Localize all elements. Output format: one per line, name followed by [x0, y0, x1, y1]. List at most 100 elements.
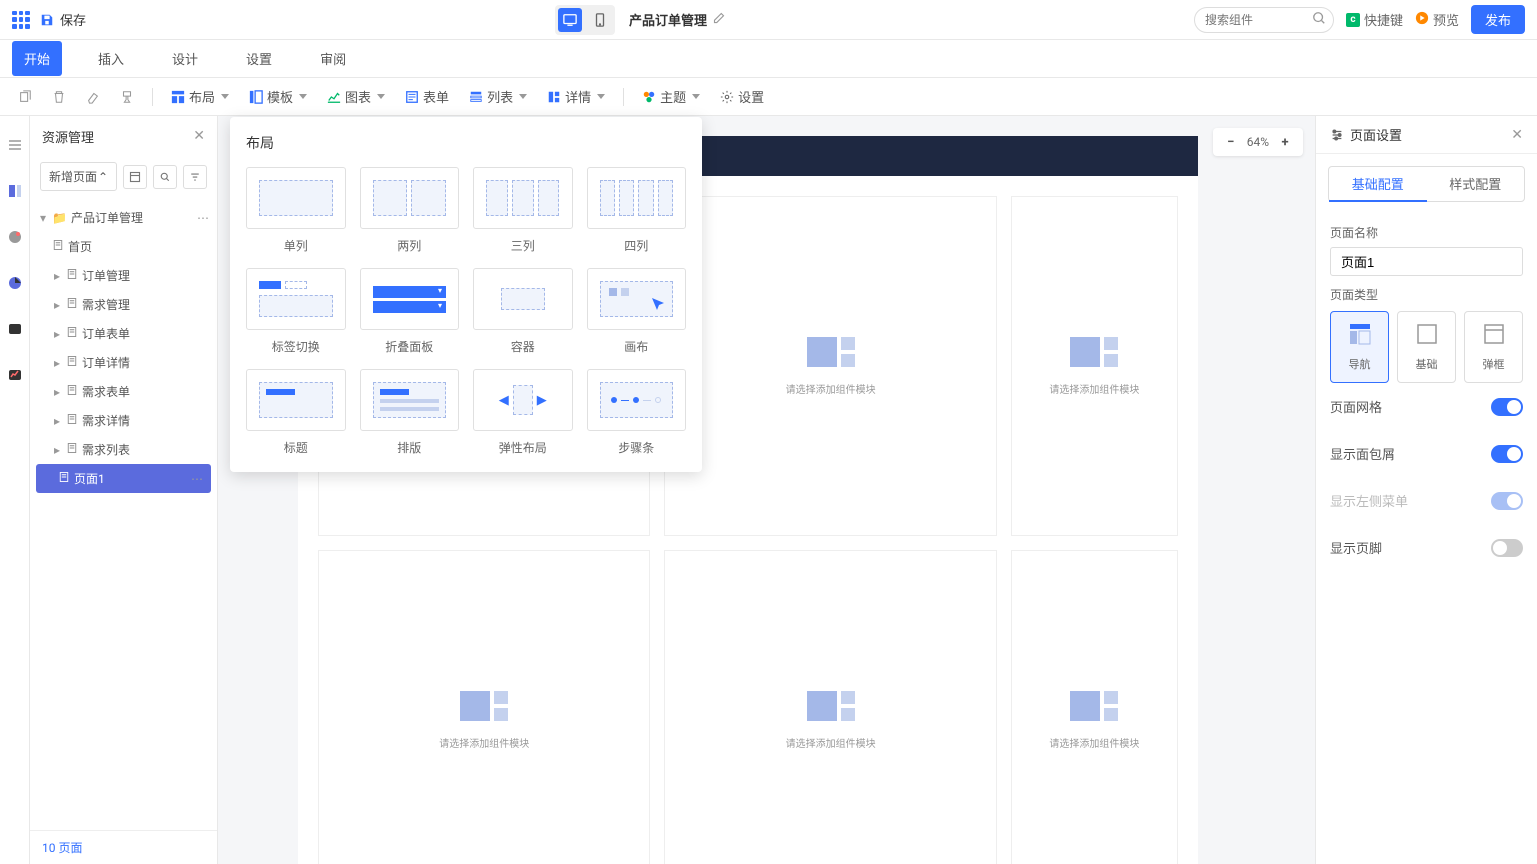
layout-canvas[interactable]: 画布 [587, 268, 687, 355]
layout-two-col[interactable]: 两列 [360, 167, 460, 254]
layout-tabs[interactable]: 标签切换 [246, 268, 346, 355]
settings-body: 页面名称 页面类型 导航 基础 弹框 页面网格 [1316, 214, 1537, 571]
canvas-cell[interactable]: 请选择添加组件模块 [1011, 196, 1178, 536]
tree-filter-button[interactable] [183, 165, 207, 189]
expand-icon[interactable]: ▸ [52, 329, 62, 339]
file-icon [58, 471, 70, 486]
copy-button[interactable] [12, 84, 38, 110]
layout-four-col[interactable]: 四列 [587, 167, 687, 254]
type-modal[interactable]: 弹框 [1464, 311, 1523, 383]
template-dropdown[interactable]: 模板 [243, 83, 313, 110]
layout-dropdown[interactable]: 布局 [165, 83, 235, 110]
list-label: 列表 [487, 87, 513, 106]
file-icon [66, 268, 78, 283]
zoom-in-button[interactable]: + [1275, 132, 1295, 152]
menu-settings[interactable]: 设置 [234, 41, 284, 76]
layout-flex[interactable]: ◀▶ 弹性布局 [473, 369, 573, 456]
close-settings-icon[interactable]: ✕ [1511, 127, 1523, 143]
canvas-cell[interactable]: 请选择添加组件模块 [318, 550, 650, 864]
layout-typography[interactable]: 排版 [360, 369, 460, 456]
resource-panel-header: 资源管理 ✕ [30, 116, 217, 156]
settings-button[interactable]: 设置 [714, 83, 770, 110]
menu-insert[interactable]: 插入 [86, 41, 136, 76]
tree-page-home[interactable]: 首页 [30, 232, 217, 261]
expand-icon[interactable]: ▸ [52, 271, 62, 281]
publish-button[interactable]: 发布 [1471, 5, 1525, 34]
layout-three-col[interactable]: 三列 [473, 167, 573, 254]
tab-basic[interactable]: 基础配置 [1329, 167, 1427, 202]
expand-icon[interactable]: ▸ [52, 358, 62, 368]
placeholder-text: 请选择添加组件模块 [1049, 381, 1139, 396]
switch-footer[interactable] [1491, 539, 1523, 557]
switch-breadcrumb-row: 显示面包屑 [1330, 430, 1523, 477]
tab-style[interactable]: 样式配置 [1427, 167, 1525, 201]
zoom-out-button[interactable]: − [1221, 132, 1241, 152]
add-page-button[interactable]: 新增页面 ⌃ [40, 162, 117, 191]
canvas-cell[interactable]: 请选择添加组件模块 [1011, 550, 1178, 864]
more-icon[interactable]: ⋯ [197, 211, 209, 225]
settings-title: 页面设置 [1350, 125, 1402, 144]
mobile-device-button[interactable] [588, 8, 612, 32]
tree-page-order-mgmt[interactable]: ▸ 订单管理 [30, 261, 217, 290]
rail-chart-icon[interactable] [6, 274, 24, 292]
layout-collapse[interactable]: ▾▾ 折叠面板 [360, 268, 460, 355]
form-icon [405, 90, 419, 104]
form-dropdown[interactable]: 表单 [399, 83, 455, 110]
placeholder-icon [1070, 691, 1118, 721]
list-dropdown[interactable]: 列表 [463, 83, 533, 110]
type-basic[interactable]: 基础 [1397, 311, 1456, 383]
search-icon[interactable] [1312, 11, 1326, 29]
type-nav[interactable]: 导航 [1330, 311, 1389, 383]
tree-item-label: 订单管理 [82, 267, 130, 284]
edit-title-icon[interactable] [713, 12, 725, 28]
menu-review[interactable]: 审阅 [308, 41, 358, 76]
tree-search-button[interactable] [153, 165, 177, 189]
desktop-device-button[interactable] [558, 8, 582, 32]
theme-dropdown[interactable]: 主题 [636, 83, 706, 110]
switch-grid[interactable] [1491, 398, 1523, 416]
canvas-cell[interactable]: 请选择添加组件模块 [664, 550, 996, 864]
rail-terminal-icon[interactable] [6, 320, 24, 338]
layout-steps[interactable]: 步骤条 [587, 369, 687, 456]
tree-page-order-form[interactable]: ▸ 订单表单 [30, 319, 217, 348]
tree-page-order-detail[interactable]: ▸ 订单详情 [30, 348, 217, 377]
expand-icon[interactable]: ▸ [52, 445, 62, 455]
apps-grid-icon[interactable] [12, 11, 30, 29]
expand-icon[interactable]: ▸ [52, 387, 62, 397]
switch-breadcrumb[interactable] [1491, 445, 1523, 463]
rail-menu-icon[interactable] [6, 136, 24, 154]
nav-type-icon [1348, 322, 1372, 346]
expand-icon[interactable]: ▸ [52, 416, 62, 426]
tree-page-demand-detail[interactable]: ▸ 需求详情 [30, 406, 217, 435]
layout-container[interactable]: 容器 [473, 268, 573, 355]
layout-single-col[interactable]: 单列 [246, 167, 346, 254]
tree-page-demand-list[interactable]: ▸ 需求列表 [30, 435, 217, 464]
page-name-input[interactable] [1330, 247, 1523, 276]
more-icon[interactable]: ⋯ [191, 472, 203, 486]
rail-layers-icon[interactable] [6, 182, 24, 200]
tree-collapse-button[interactable] [123, 165, 147, 189]
delete-button[interactable] [46, 84, 72, 110]
chart-dropdown[interactable]: 图表 [321, 83, 391, 110]
preview-button[interactable]: 预览 [1415, 10, 1459, 29]
resource-panel-footer: 10 页面 [30, 830, 217, 864]
detail-dropdown[interactable]: 详情 [541, 83, 611, 110]
eraser-button[interactable] [80, 84, 106, 110]
tree-root[interactable]: ▾ 📁 产品订单管理 ⋯ [30, 203, 217, 232]
menu-start[interactable]: 开始 [12, 41, 62, 76]
expand-icon[interactable]: ▸ [52, 300, 62, 310]
close-panel-icon[interactable]: ✕ [193, 128, 205, 144]
layout-title[interactable]: 标题 [246, 369, 346, 456]
rail-data-icon[interactable] [6, 228, 24, 246]
shortcut-button[interactable]: c 快捷键 [1346, 10, 1403, 29]
save-button[interactable]: 保存 [40, 10, 86, 29]
placeholder-icon [1070, 337, 1118, 367]
canvas-cell[interactable]: 请选择添加组件模块 [664, 196, 996, 536]
tree-page-page1[interactable]: 页面1 ⋯ [36, 464, 211, 493]
tree-page-demand-form[interactable]: ▸ 需求表单 [30, 377, 217, 406]
tree-page-demand-mgmt[interactable]: ▸ 需求管理 [30, 290, 217, 319]
menu-design[interactable]: 设计 [160, 41, 210, 76]
paint-button[interactable] [114, 84, 140, 110]
rail-analytics-icon[interactable] [6, 366, 24, 384]
expand-icon[interactable]: ▾ [38, 213, 48, 223]
